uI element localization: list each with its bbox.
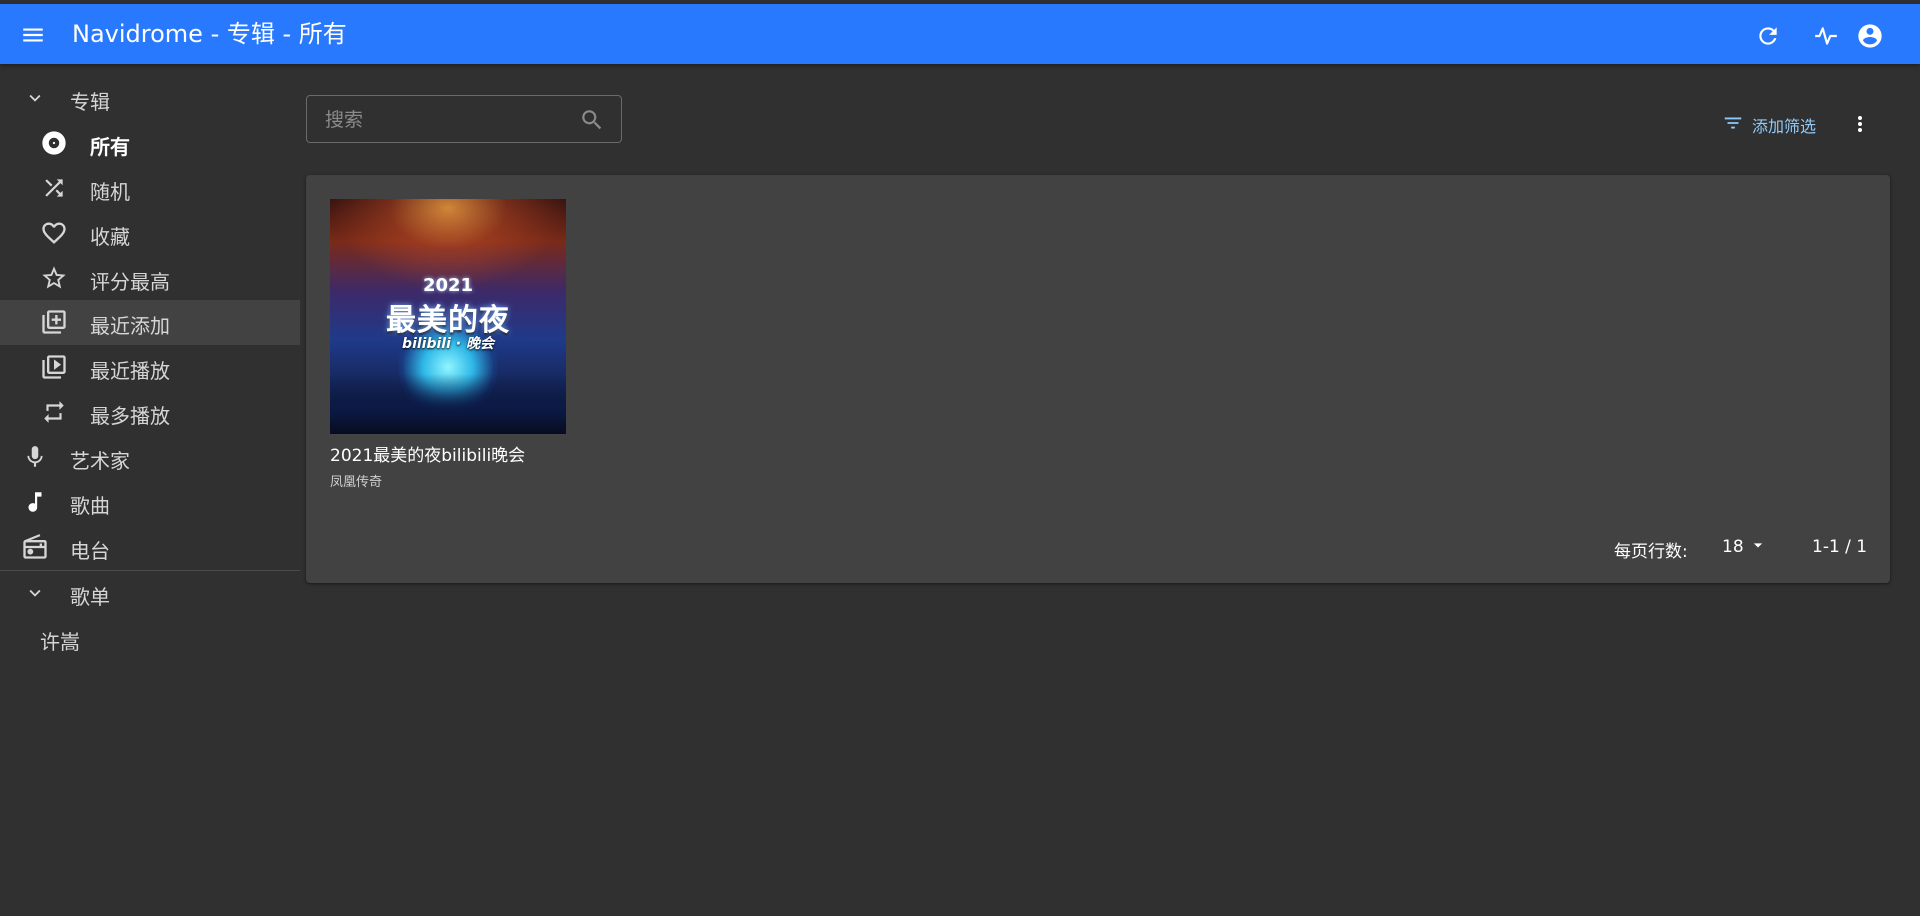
search-input[interactable] [323,106,567,134]
search-field[interactable] [306,95,622,143]
rows-per-page-select[interactable]: 18 [1722,535,1768,559]
sidebar-section-playlists[interactable]: 歌单 [0,571,300,616]
cover-year: 2021 [422,275,474,296]
filter-icon [1722,112,1744,138]
arrow-drop-down-icon [1748,535,1768,559]
pagination-range: 1-1 / 1 [1812,537,1868,557]
album-cover[interactable]: 2021 最美的夜 bilibili · 晚会 [330,199,566,434]
microphone-icon [21,443,49,471]
refresh-icon[interactable] [1754,22,1782,50]
sidebar-section-label: 专辑 [70,90,110,114]
sidebar-item-all[interactable]: 所有 [0,121,300,166]
sidebar-item-label: 最近添加 [90,314,170,338]
more-vert-icon[interactable] [1848,110,1872,138]
shuffle-icon [40,174,68,202]
pagination: 每页行数: 18 1-1 / 1 [306,527,1890,567]
rows-per-page-label: 每页行数: [1614,542,1688,562]
sidebar-item-label: 电台 [70,539,110,563]
sidebar-item-most-played[interactable]: 最多播放 [0,390,300,435]
app-bar: Navidrome - 专辑 - 所有 [0,4,1920,64]
star-icon [40,264,68,292]
cover-ground [330,374,566,434]
sidebar-item-top-rated[interactable]: 评分最高 [0,256,300,301]
playlist-label: 许嵩 [40,630,80,654]
activity-icon[interactable] [1812,22,1840,50]
sidebar-item-label: 歌曲 [70,494,110,518]
page-title: Navidrome - 专辑 - 所有 [72,20,347,48]
sidebar-item-label: 最近播放 [90,359,170,383]
cover-subtitle: bilibili · 晚会 [402,336,494,352]
sidebar-item-recently-played[interactable]: 最近播放 [0,345,300,390]
sidebar-item-songs[interactable]: 歌曲 [0,480,300,525]
menu-icon[interactable] [19,21,47,49]
music-note-icon [21,488,49,516]
sidebar-item-label: 评分最高 [90,270,170,294]
radio-icon [21,533,49,561]
sidebar-item-random[interactable]: 随机 [0,166,300,211]
sidebar-playlist-item[interactable]: 许嵩 [0,616,300,661]
sidebar-item-favorites[interactable]: 收藏 [0,211,300,256]
sidebar-item-artists[interactable]: 艺术家 [0,435,300,480]
chevron-down-icon [21,579,49,607]
sidebar-item-label: 所有 [90,135,130,159]
chevron-down-icon [21,84,49,112]
sidebar-item-label: 艺术家 [70,449,130,473]
video-library-icon [40,353,68,381]
album-icon [40,129,68,157]
sidebar-item-radio[interactable]: 电台 [0,525,300,570]
sidebar-item-label: 收藏 [90,225,130,249]
heart-icon [40,219,68,247]
sidebar-item-label: 最多播放 [90,404,170,428]
sidebar: 专辑 所有 随机 收藏 评分最高 最近添加 最近播放 最多播放 艺术家 歌曲 电… [0,64,300,916]
sidebar-item-label: 随机 [90,180,130,204]
album-grid-panel: 2021 最美的夜 bilibili · 晚会 2021最美的夜bilibili… [306,175,1890,583]
repeat-icon [40,398,68,426]
account-icon[interactable] [1856,22,1884,50]
search-icon[interactable] [579,107,605,133]
rows-per-page-value: 18 [1722,537,1744,557]
navidrome-app: Navidrome - 专辑 - 所有 专辑 所有 随机 收藏 评分最高 最近添… [0,0,1920,916]
album-title[interactable]: 2021最美的夜bilibili晚会 [330,441,525,466]
library-add-icon [40,308,68,336]
sidebar-item-recently-added[interactable]: 最近添加 [0,300,300,345]
add-filter-label: 添加筛选 [1752,117,1817,136]
sidebar-section-label: 歌单 [70,585,110,609]
album-artist[interactable]: 凤凰传奇 [330,471,382,490]
add-filter-button[interactable]: 添加筛选 [1722,112,1816,138]
sidebar-section-albums[interactable]: 专辑 [0,76,300,121]
